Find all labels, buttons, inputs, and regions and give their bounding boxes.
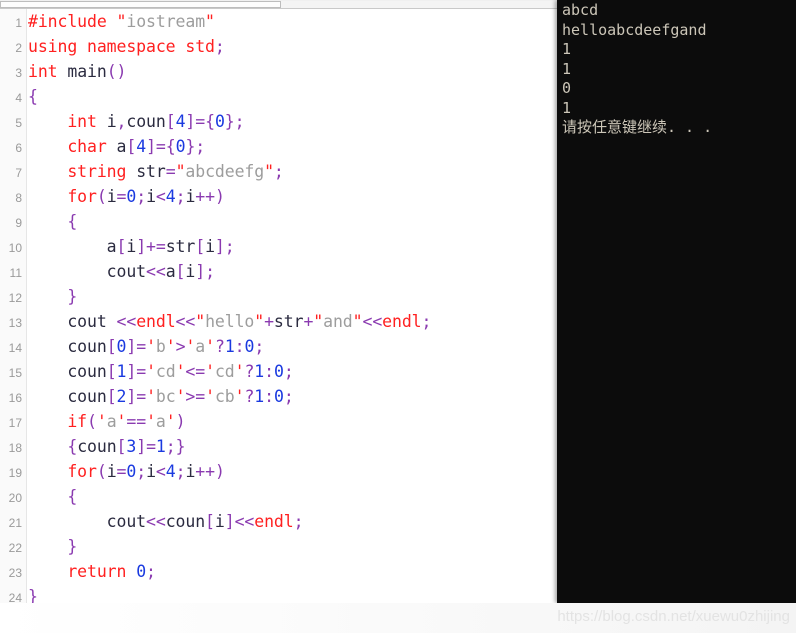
console-output-panel[interactable]: abcd helloabcdeefgand 1 1 0 1 请按任意键继续. . .: [557, 0, 796, 603]
line-number: 19: [8, 466, 22, 480]
line-number: 10: [8, 241, 22, 255]
watermark-strip: https://blog.csdn.net/xuewu0zhijing: [0, 603, 796, 633]
code-line[interactable]: if('a'=='a'): [28, 409, 185, 434]
line-number: 9: [15, 216, 22, 230]
code-line[interactable]: a[i]+=str[i];: [28, 234, 235, 259]
line-number: 11: [9, 266, 22, 280]
code-line[interactable]: cout<<a[i];: [28, 259, 215, 284]
line-number: 2: [15, 41, 22, 55]
line-number: 1: [15, 16, 22, 30]
code-line[interactable]: coun[0]='b'>'a'?1:0;: [28, 334, 264, 359]
scrollbar-thumb[interactable]: [0, 1, 281, 8]
line-number: 4: [15, 91, 22, 105]
code-line[interactable]: }: [28, 284, 77, 309]
code-line[interactable]: {: [28, 209, 77, 234]
code-line[interactable]: cout<<coun[i]<<endl;: [28, 509, 304, 534]
code-line[interactable]: }: [28, 534, 77, 559]
console-line: 1: [562, 40, 572, 58]
line-number: 17: [8, 416, 22, 430]
line-number: 13: [8, 316, 22, 330]
line-number: 6: [15, 141, 22, 155]
line-number-gutter: 1234567891011121314151617181920212223242…: [0, 9, 27, 633]
watermark-url: https://blog.csdn.net/xuewu0zhijing: [557, 608, 790, 625]
console-line: helloabcdeefgand: [562, 20, 707, 39]
line-number: 14: [8, 341, 22, 355]
code-line[interactable]: #include "iostream": [28, 9, 215, 34]
line-number: 15: [8, 366, 22, 380]
code-line[interactable]: return 0;: [28, 559, 156, 584]
line-number: 21: [8, 516, 22, 530]
line-number: 12: [8, 291, 22, 305]
console-line: 0: [562, 79, 572, 97]
code-text-area[interactable]: #include "iostream" using namespace std; i…: [28, 9, 558, 633]
console-line: 1: [562, 98, 572, 117]
code-line[interactable]: int main(): [28, 59, 126, 84]
code-line[interactable]: {: [28, 484, 77, 509]
console-line: abcd: [562, 1, 599, 19]
code-line[interactable]: char a[4]={0};: [28, 134, 205, 159]
code-editor[interactable]: 1234567891011121314151617181920212223242…: [0, 9, 558, 633]
console-output-text: abcd helloabcdeefgand 1 1 0 1 请按任意键继续. . .: [562, 1, 712, 138]
code-line[interactable]: coun[1]='cd'<='cd'?1:0;: [28, 359, 293, 384]
code-line[interactable]: for(i=0;i<4;i++): [28, 459, 225, 484]
code-line[interactable]: string str="abcdeefg";: [28, 159, 284, 184]
console-line: 请按任意键继续. . .: [562, 118, 713, 136]
code-line[interactable]: for(i=0;i<4;i++): [28, 184, 225, 209]
code-line[interactable]: using namespace std;: [28, 34, 225, 59]
code-line[interactable]: cout <<endl<<"hello"+str+"and"<<endl;: [28, 309, 431, 334]
code-line[interactable]: {: [28, 84, 38, 109]
code-line[interactable]: {coun[3]=1;}: [28, 434, 185, 459]
line-number: 5: [15, 116, 22, 130]
console-line: 1: [562, 59, 572, 78]
line-number: 16: [8, 391, 22, 405]
line-number: 18: [8, 441, 22, 455]
line-number: 8: [15, 191, 22, 205]
line-number: 3: [15, 66, 22, 80]
line-number: 22: [8, 541, 22, 555]
code-line[interactable]: int i,coun[4]={0};: [28, 109, 244, 134]
line-number: 20: [8, 491, 22, 505]
line-number: 23: [8, 566, 22, 580]
code-line[interactable]: coun[2]='bc'>='cb'?1:0;: [28, 384, 293, 409]
editor-horizontal-scrollbar[interactable]: [0, 0, 558, 9]
line-number: 7: [15, 166, 22, 180]
